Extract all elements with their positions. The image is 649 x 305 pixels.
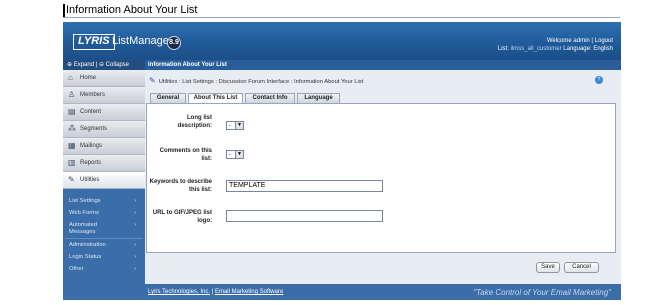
long-desc-select[interactable]: - ▼ [226, 121, 244, 130]
utilities-icon: ✎ [68, 175, 75, 184]
page-root: Information About Your List LYRIS ListMa… [0, 0, 649, 305]
language-label: Language: [563, 46, 592, 52]
tagline: "Take Control of Your Email Marketing" [473, 288, 611, 297]
page-title: Information About Your List [66, 4, 198, 16]
footer: Lyris Technologies, Inc. | Email Marketi… [145, 284, 621, 300]
sidebar-item-label: Members [80, 92, 106, 98]
tab-language[interactable]: Language [297, 93, 340, 103]
sidebar-item-mailings[interactable]: ▦ Mailings [63, 138, 145, 155]
sidebar-item-label: Reports [80, 160, 102, 166]
sidebar: ⊕ Expand | ⊖ Collapse ⌂ Home ♙ Members ▤ Co… [63, 60, 145, 300]
expand-icon[interactable]: ⊕ [67, 62, 72, 68]
expand-collapse-separator: | [95, 62, 98, 68]
sidebar-item-label: Content [80, 109, 102, 115]
tab-contact-info[interactable]: Contact Info [245, 93, 295, 103]
submenu-item-list-settings[interactable]: List Settings › [63, 195, 145, 207]
app-frame: LYRIS ListManager 8.9 Welcome admin | Lo… [63, 22, 621, 300]
breadcrumb-text[interactable]: Utilities : List Settings : Discussion F… [159, 79, 364, 85]
submenu-item-web-forms[interactable]: Web Forms › [63, 207, 145, 219]
welcome-text: Welcome admin | Logout [547, 38, 613, 44]
reports-icon: ▥ [68, 158, 76, 167]
submenu-arrow-icon: › [134, 222, 136, 228]
submenu-arrow-icon: › [134, 210, 136, 216]
cancel-button[interactable]: Cancel [564, 262, 599, 273]
logo-url-label: URL to GIF/JPEG list logo: [152, 210, 212, 224]
breadcrumb: ✎ Utilities : List Settings : Discussion … [149, 76, 363, 85]
sidebar-item-content[interactable]: ▤ Content [63, 104, 145, 121]
help-icon[interactable]: ? [595, 76, 603, 84]
tab-general[interactable]: General [150, 93, 186, 103]
content-icon: ▤ [68, 107, 76, 116]
sidebar-item-reports[interactable]: ▥ Reports [63, 155, 145, 172]
submenu-label: Web Forms [69, 210, 99, 216]
comments-value: - [229, 152, 231, 158]
sidebar-item-label: Home [80, 75, 97, 81]
chevron-down-icon: ▼ [235, 122, 243, 129]
submenu-arrow-icon: › [134, 266, 136, 272]
sidebar-item-label: Utilities [80, 177, 100, 183]
long-desc-label: Long list description: [177, 115, 212, 129]
product-name: ListManager [112, 35, 173, 47]
title-left-bar [63, 4, 65, 18]
sidebar-item-label: Segments [80, 126, 108, 132]
collapse-link[interactable]: Collapse [106, 62, 129, 68]
lyris-logo[interactable]: LYRIS [73, 34, 115, 50]
save-button[interactable]: Save [536, 262, 560, 273]
title-divider [63, 17, 620, 18]
language-value[interactable]: English [593, 46, 613, 52]
email-marketing-link[interactable]: Email Marketing Software [215, 289, 283, 295]
company-link[interactable]: Lyris Technologies, Inc. [148, 289, 210, 295]
comments-label: Comments on this list: [159, 148, 212, 162]
submenu-label: Automated Messages [69, 222, 98, 235]
expand-link[interactable]: Expand [74, 62, 94, 68]
form-panel: Long list description: - ▼ Comments on th… [146, 103, 616, 253]
chevron-down-icon: ▼ [235, 151, 243, 158]
submenu-arrow-icon: › [134, 198, 136, 204]
version-badge: 8.9 [167, 36, 181, 50]
keywords-label: Keywords to describe this list: [149, 179, 212, 193]
submenu-arrow-icon: › [134, 242, 136, 248]
content-header: Information About Your List [145, 60, 621, 70]
logo-url-input[interactable] [226, 210, 383, 222]
long-desc-value: - [229, 123, 231, 129]
submenu-item-administration[interactable]: Administration › [63, 239, 145, 251]
submenu-item-automated-messages[interactable]: Automated Messages › [63, 219, 136, 238]
welcome-prefix: Welcome admin | [546, 38, 595, 44]
list-value-link[interactable]: ilmss_all_customer [511, 46, 562, 52]
expand-collapse-bar: ⊕ Expand | ⊖ Collapse [63, 60, 145, 70]
sidebar-item-label: Mailings [80, 143, 103, 149]
app-header: LYRIS ListManager 8.9 Welcome admin | Lo… [63, 22, 621, 60]
logout-link[interactable]: Logout [595, 38, 613, 44]
submenu-label: Administration [69, 242, 106, 248]
submenu-label: List Settings [69, 198, 101, 204]
list-language-info: List: ilmss_all_customer Language: Engli… [498, 46, 613, 52]
comments-select[interactable]: - ▼ [226, 150, 244, 159]
sidebar-item-utilities[interactable]: ✎ Utilities [63, 172, 145, 189]
keywords-input[interactable]: TEMPLATE [226, 180, 383, 192]
members-icon: ♙ [68, 90, 76, 99]
utilities-submenu: List Settings › Web Forms › Automated Mess… [63, 189, 145, 275]
submenu-label: Other [69, 266, 84, 272]
wrench-icon: ✎ [149, 76, 156, 85]
footer-links: Lyris Technologies, Inc. | Email Marketi… [148, 289, 283, 295]
submenu-item-other[interactable]: Other › [63, 263, 145, 275]
sidebar-item-home[interactable]: ⌂ Home [63, 70, 145, 87]
submenu-item-login-status[interactable]: Login Status › [63, 251, 145, 263]
segments-icon: ⁂ [68, 124, 76, 133]
sidebar-item-segments[interactable]: ⁂ Segments [63, 121, 145, 138]
footer-separator: | [211, 289, 214, 295]
collapse-icon[interactable]: ⊖ [99, 62, 104, 68]
submenu-label: Login Status [69, 254, 102, 260]
sidebar-item-members[interactable]: ♙ Members [63, 87, 145, 104]
list-label: List: [497, 46, 509, 52]
submenu-arrow-icon: › [134, 254, 136, 260]
home-icon: ⌂ [68, 73, 73, 82]
mailings-icon: ▦ [68, 141, 76, 150]
